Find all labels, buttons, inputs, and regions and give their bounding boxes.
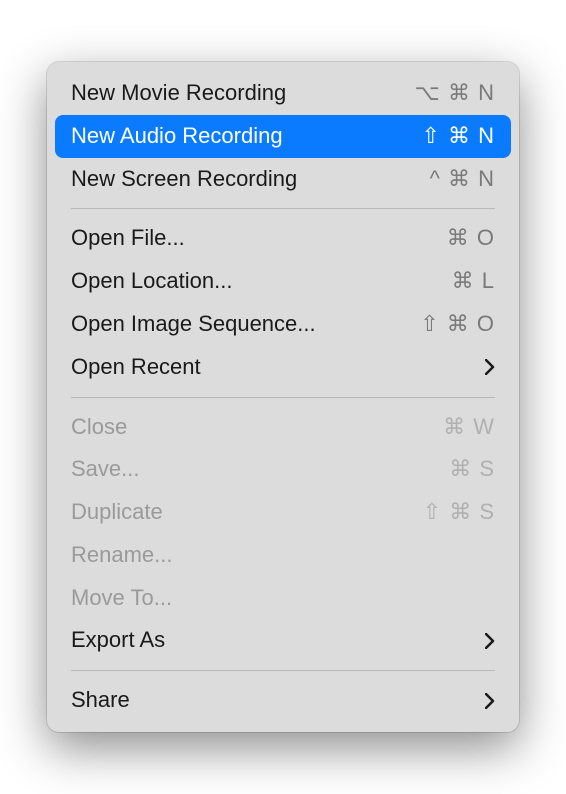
menu-item-new-movie-recording[interactable]: New Movie Recording ⌥ ⌘ N (47, 72, 519, 115)
menu-item-share[interactable]: Share (47, 679, 519, 722)
file-menu: New Movie Recording ⌥ ⌘ N New Audio Reco… (47, 62, 519, 732)
menu-separator (71, 397, 495, 398)
menu-item-label: Open Location... (71, 266, 452, 297)
menu-item-shortcut: ⌘ O (447, 223, 495, 254)
menu-item-label: Open Recent (71, 352, 485, 383)
menu-item-open-image-sequence[interactable]: Open Image Sequence... ⇧ ⌘ O (47, 303, 519, 346)
menu-separator (71, 208, 495, 209)
menu-item-shortcut: ⌘ L (452, 266, 495, 297)
menu-item-duplicate: Duplicate ⇧ ⌘ S (47, 491, 519, 534)
menu-item-label: New Movie Recording (71, 78, 415, 109)
menu-item-save: Save... ⌘ S (47, 448, 519, 491)
menu-item-label: Save... (71, 454, 449, 485)
menu-item-shortcut: ⌥ ⌘ N (415, 78, 495, 109)
menu-item-shortcut: ^ ⌘ N (430, 164, 495, 195)
menu-separator (71, 670, 495, 671)
menu-item-label: Close (71, 412, 443, 443)
menu-item-shortcut: ⌘ W (443, 412, 495, 443)
menu-item-shortcut: ⇧ ⌘ S (423, 497, 495, 528)
menu-item-label: Open File... (71, 223, 447, 254)
menu-item-shortcut: ⇧ ⌘ N (421, 121, 495, 152)
menu-item-shortcut: ⌘ S (449, 454, 495, 485)
menu-item-label: Move To... (71, 583, 495, 614)
menu-item-export-as[interactable]: Export As (47, 619, 519, 662)
menu-item-label: New Audio Recording (71, 121, 421, 152)
menu-item-close: Close ⌘ W (47, 406, 519, 449)
menu-item-label: Rename... (71, 540, 495, 571)
menu-item-rename: Rename... (47, 534, 519, 577)
menu-item-open-recent[interactable]: Open Recent (47, 346, 519, 389)
menu-item-label: Share (71, 685, 485, 716)
chevron-right-icon (485, 692, 495, 710)
chevron-right-icon (485, 632, 495, 650)
menu-item-label: Open Image Sequence... (71, 309, 420, 340)
menu-item-label: New Screen Recording (71, 164, 430, 195)
chevron-right-icon (485, 358, 495, 376)
menu-item-open-file[interactable]: Open File... ⌘ O (47, 217, 519, 260)
menu-item-shortcut: ⇧ ⌘ O (420, 309, 495, 340)
menu-item-move-to: Move To... (47, 577, 519, 620)
menu-item-new-audio-recording[interactable]: New Audio Recording ⇧ ⌘ N (55, 115, 511, 158)
menu-item-label: Duplicate (71, 497, 423, 528)
menu-item-new-screen-recording[interactable]: New Screen Recording ^ ⌘ N (47, 158, 519, 201)
menu-item-label: Export As (71, 625, 485, 656)
menu-item-open-location[interactable]: Open Location... ⌘ L (47, 260, 519, 303)
